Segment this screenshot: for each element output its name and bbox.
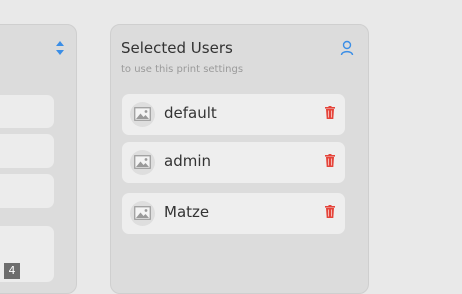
trash-icon[interactable] [325,154,335,167]
figure-number-badge: 4 [4,263,20,279]
panel-title: Selected Users [121,39,233,57]
person-icon[interactable] [340,40,354,56]
image-placeholder-icon [130,102,155,127]
user-name: default [164,104,217,122]
user-name: Matze [164,203,210,221]
image-placeholder-icon [130,201,155,226]
left-list-item[interactable] [0,174,54,208]
trash-icon[interactable] [325,205,335,218]
sort-updown-icon[interactable] [55,40,65,56]
user-name: admin [164,152,211,170]
user-list-item[interactable]: default [122,94,345,135]
trash-icon[interactable] [325,106,335,119]
left-list-item[interactable] [0,95,54,128]
image-placeholder-icon [130,150,155,175]
user-list-item[interactable]: Matze [122,193,345,234]
left-list-item[interactable] [0,134,54,168]
panel-subtitle: to use this print settings [121,64,244,75]
user-list-item[interactable]: admin [122,142,345,183]
